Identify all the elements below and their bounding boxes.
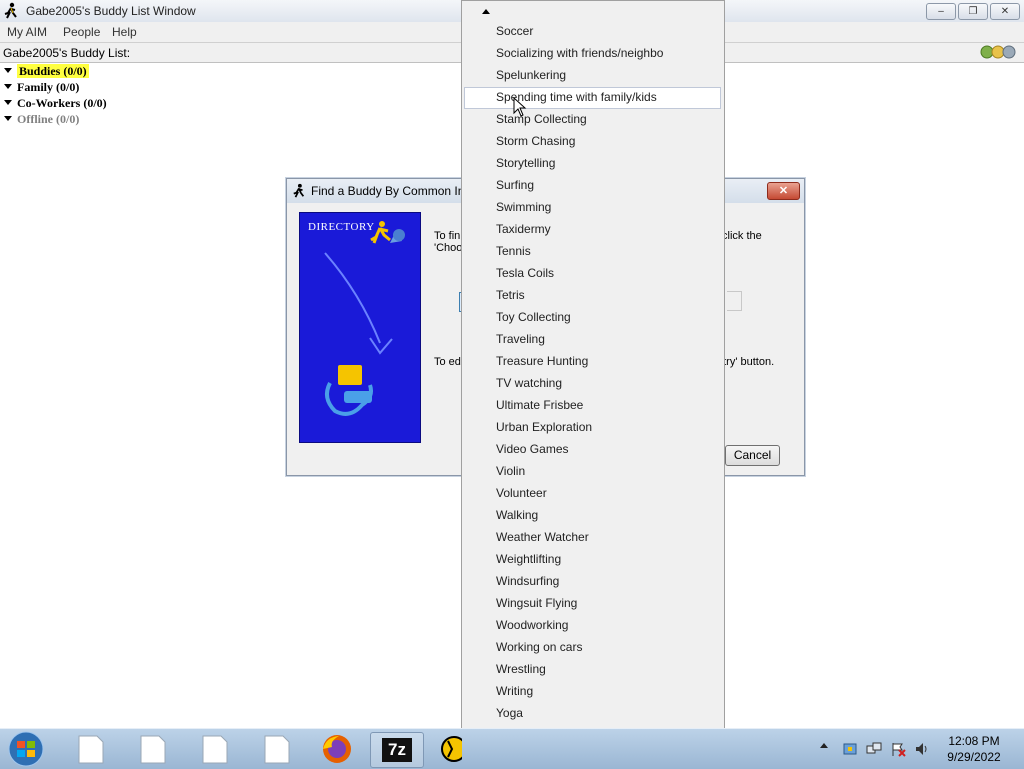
file-icon[interactable] <box>66 733 116 765</box>
dropdown-item[interactable]: Taxidermy <box>496 219 551 239</box>
dropdown-item[interactable]: Surfing <box>496 175 534 195</box>
restore-button[interactable]: ❐ <box>958 3 988 20</box>
start-button-icon[interactable] <box>4 730 48 768</box>
taskbar-clock[interactable]: 12:08 PM 9/29/2022 <box>934 733 1014 765</box>
dropdown-item[interactable]: Toy Collecting <box>496 307 571 327</box>
dropdown-item[interactable]: Walking <box>496 505 538 525</box>
dropdown-item[interactable]: Ultimate Frisbee <box>496 395 583 415</box>
dialog-close-button[interactable]: ✕ <box>767 182 800 200</box>
group-label: Co-Workers (0/0) <box>17 96 107 110</box>
dropdown-item[interactable]: Writing <box>496 681 533 701</box>
instruction-text-1: To fin <box>434 230 461 242</box>
mouse-cursor-icon <box>513 97 527 117</box>
dropdown-item[interactable]: Socializing with friends/neighbo <box>496 43 663 63</box>
dropdown-item[interactable]: Windsurfing <box>496 571 559 591</box>
dropdown-item[interactable]: TV watching <box>496 373 562 393</box>
group-family[interactable]: Family (0/0) <box>4 80 79 95</box>
dropdown-item[interactable]: Wrestling <box>496 659 546 679</box>
instruction-text-1b: 'Choo <box>434 242 463 254</box>
cancel-button[interactable]: Cancel <box>725 445 780 466</box>
taskbar-7zip-button[interactable]: 7z <box>370 732 424 768</box>
dropdown-item[interactable]: Urban Exploration <box>496 417 592 437</box>
action-center-icon[interactable] <box>842 741 858 757</box>
firefox-icon[interactable] <box>312 733 362 765</box>
clock-date: 9/29/2022 <box>947 750 1001 764</box>
dropdown-item[interactable]: Tetris <box>496 285 525 305</box>
dropdown-item[interactable]: Tennis <box>496 241 531 261</box>
group-co-workers[interactable]: Co-Workers (0/0) <box>4 96 107 111</box>
menu-people[interactable]: People <box>63 25 100 39</box>
dropdown-item[interactable]: Working on cars <box>496 637 582 657</box>
menu-my-aim[interactable]: My AIM <box>7 25 47 39</box>
show-hidden-icons-icon[interactable] <box>820 743 828 748</box>
dropdown-item[interactable]: Stamp Collecting <box>496 109 587 129</box>
group-buddies[interactable]: Buddies (0/0) <box>4 64 89 79</box>
dropdown-item[interactable]: Yoga <box>496 703 523 723</box>
collapse-arrow-icon <box>4 68 12 73</box>
dropdown-item[interactable]: Weather Watcher <box>496 527 589 547</box>
dropdown-item[interactable]: Soccer <box>496 21 533 41</box>
field-edge <box>727 291 742 311</box>
aim-running-man-icon <box>4 2 17 19</box>
close-button[interactable]: ✕ <box>990 3 1020 20</box>
dropdown-item[interactable]: Spelunkering <box>496 65 566 85</box>
dropdown-item[interactable]: Tesla Coils <box>496 263 554 283</box>
dialog-title: Find a Buddy By Common In <box>311 184 465 198</box>
interest-dropdown-list[interactable]: Soccer Socializing with friends/neighbo Sp… <box>461 0 725 768</box>
dropdown-item[interactable]: Woodworking <box>496 615 568 635</box>
aim-taskbar-icon[interactable] <box>434 733 462 765</box>
collapse-arrow-icon <box>4 84 12 89</box>
file-icon[interactable] <box>128 733 178 765</box>
7zip-icon: 7z <box>382 738 412 762</box>
dropdown-item[interactable]: Storytelling <box>496 153 555 173</box>
file-icon[interactable] <box>252 733 302 765</box>
group-label: Family (0/0) <box>17 80 80 94</box>
flag-error-icon[interactable] <box>890 741 906 757</box>
directory-artwork-icon <box>324 221 405 416</box>
dropdown-item[interactable]: Swimming <box>496 197 551 217</box>
collapse-arrow-icon <box>4 116 12 121</box>
instruction-text-1c: click the <box>722 230 762 242</box>
status-people-icon[interactable] <box>978 44 1020 61</box>
directory-illustration: DIRECTORY <box>299 212 421 443</box>
file-icon[interactable] <box>190 733 240 765</box>
aim-running-man-icon <box>293 183 305 198</box>
network-icon[interactable] <box>866 741 882 757</box>
dropdown-item[interactable]: Treasure Hunting <box>496 351 588 371</box>
instruction-text-2: To ed <box>434 356 461 368</box>
group-label: Offline (0/0) <box>17 112 80 126</box>
clock-time: 12:08 PM <box>948 734 1000 748</box>
menu-help[interactable]: Help <box>112 25 137 39</box>
dropdown-item[interactable]: Video Games <box>496 439 569 459</box>
group-offline[interactable]: Offline (0/0) <box>4 112 79 127</box>
dropdown-item[interactable]: Violin <box>496 461 525 481</box>
scroll-up-arrow-icon[interactable] <box>482 9 490 14</box>
collapse-arrow-icon <box>4 100 12 105</box>
dropdown-item[interactable]: Volunteer <box>496 483 547 503</box>
dropdown-item[interactable]: Weightlifting <box>496 549 561 569</box>
dropdown-item[interactable]: Storm Chasing <box>496 131 575 151</box>
window-title: Gabe2005's Buddy List Window <box>26 4 196 18</box>
group-label: Buddies (0/0) <box>17 64 89 78</box>
dropdown-item[interactable]: Traveling <box>496 329 545 349</box>
taskbar: 7z <box>0 728 1024 769</box>
minimize-button[interactable]: – <box>926 3 956 20</box>
instruction-text-2b: ntry' button. <box>717 356 775 368</box>
buddy-list-label: Gabe2005's Buddy List: <box>3 46 131 60</box>
dropdown-item[interactable]: Wingsuit Flying <box>496 593 577 613</box>
volume-icon[interactable] <box>914 741 930 757</box>
